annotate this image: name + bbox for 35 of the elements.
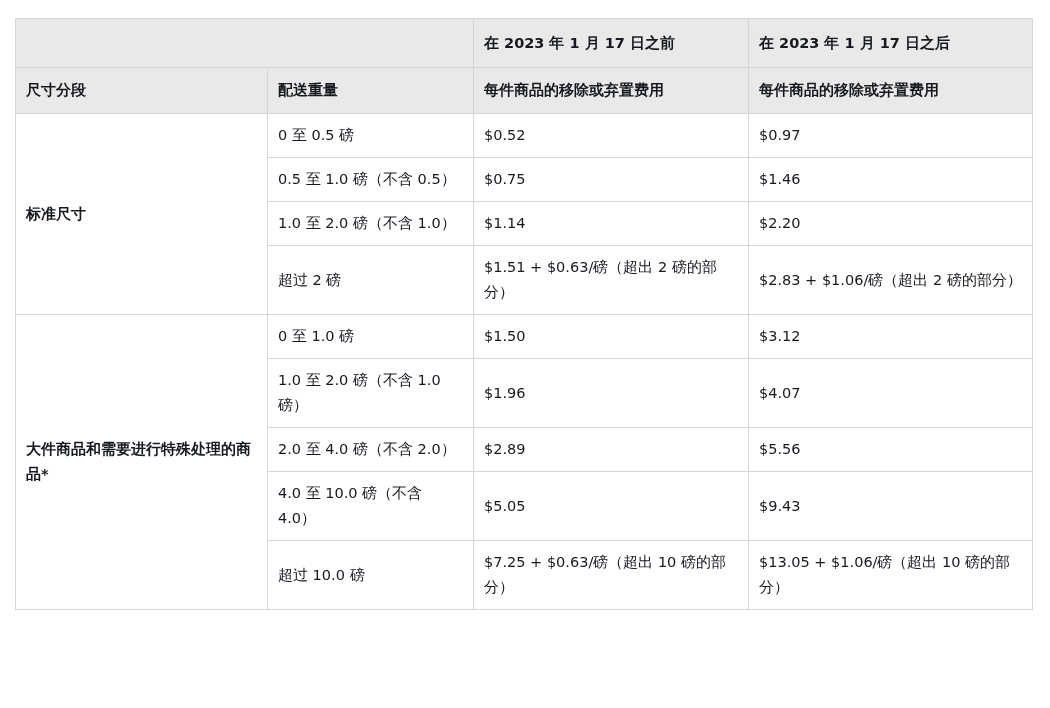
table-cell: $0.52: [473, 113, 749, 158]
table-cell: $1.51 + $0.63/磅（超出 2 磅的部分）: [473, 245, 749, 315]
table-cell: $1.96: [473, 358, 749, 428]
table-cell: $5.56: [748, 427, 1033, 472]
table-cell: 0 至 0.5 磅: [267, 113, 474, 158]
table-cell: $1.50: [473, 314, 749, 359]
header-cell: 每件商品的移除或弃置费用: [473, 67, 749, 114]
table-cell: $5.05: [473, 471, 749, 541]
table-cell: $13.05 + $1.06/磅（超出 10 磅的部分）: [748, 540, 1033, 610]
table-cell: 超过 10.0 磅: [267, 540, 474, 610]
table-cell: 标准尺寸: [15, 113, 268, 315]
table-cell: 2.0 至 4.0 磅（不含 2.0）: [267, 427, 474, 472]
table-cell: $1.46: [748, 157, 1033, 202]
table-cell: 4.0 至 10.0 磅（不含 4.0）: [267, 471, 474, 541]
table-cell: 1.0 至 2.0 磅（不含 1.0）: [267, 201, 474, 246]
table-cell: 0 至 1.0 磅: [267, 314, 474, 359]
table-cell: $0.75: [473, 157, 749, 202]
table-cell: $3.12: [748, 314, 1033, 359]
header-cell: 配送重量: [267, 67, 474, 114]
header-cell: 在 2023 年 1 月 17 日之后: [748, 18, 1033, 68]
table-cell: $2.20: [748, 201, 1033, 246]
header-cell: 在 2023 年 1 月 17 日之前: [473, 18, 749, 68]
table-cell: 1.0 至 2.0 磅（不含 1.0 磅）: [267, 358, 474, 428]
table-cell: $7.25 + $0.63/磅（超出 10 磅的部分）: [473, 540, 749, 610]
header-cell: 每件商品的移除或弃置费用: [748, 67, 1033, 114]
table-cell: $2.89: [473, 427, 749, 472]
table-cell: 0.5 至 1.0 磅（不含 0.5）: [267, 157, 474, 202]
table-cell: $1.14: [473, 201, 749, 246]
table-cell: 超过 2 磅: [267, 245, 474, 315]
table-cell: $2.83 + $1.06/磅（超出 2 磅的部分）: [748, 245, 1033, 315]
header-cell: 尺寸分段: [15, 67, 268, 114]
table-cell: $0.97: [748, 113, 1033, 158]
table-cell: $9.43: [748, 471, 1033, 541]
table-cell: $4.07: [748, 358, 1033, 428]
table-cell: 大件商品和需要进行特殊处理的商品*: [15, 314, 268, 610]
